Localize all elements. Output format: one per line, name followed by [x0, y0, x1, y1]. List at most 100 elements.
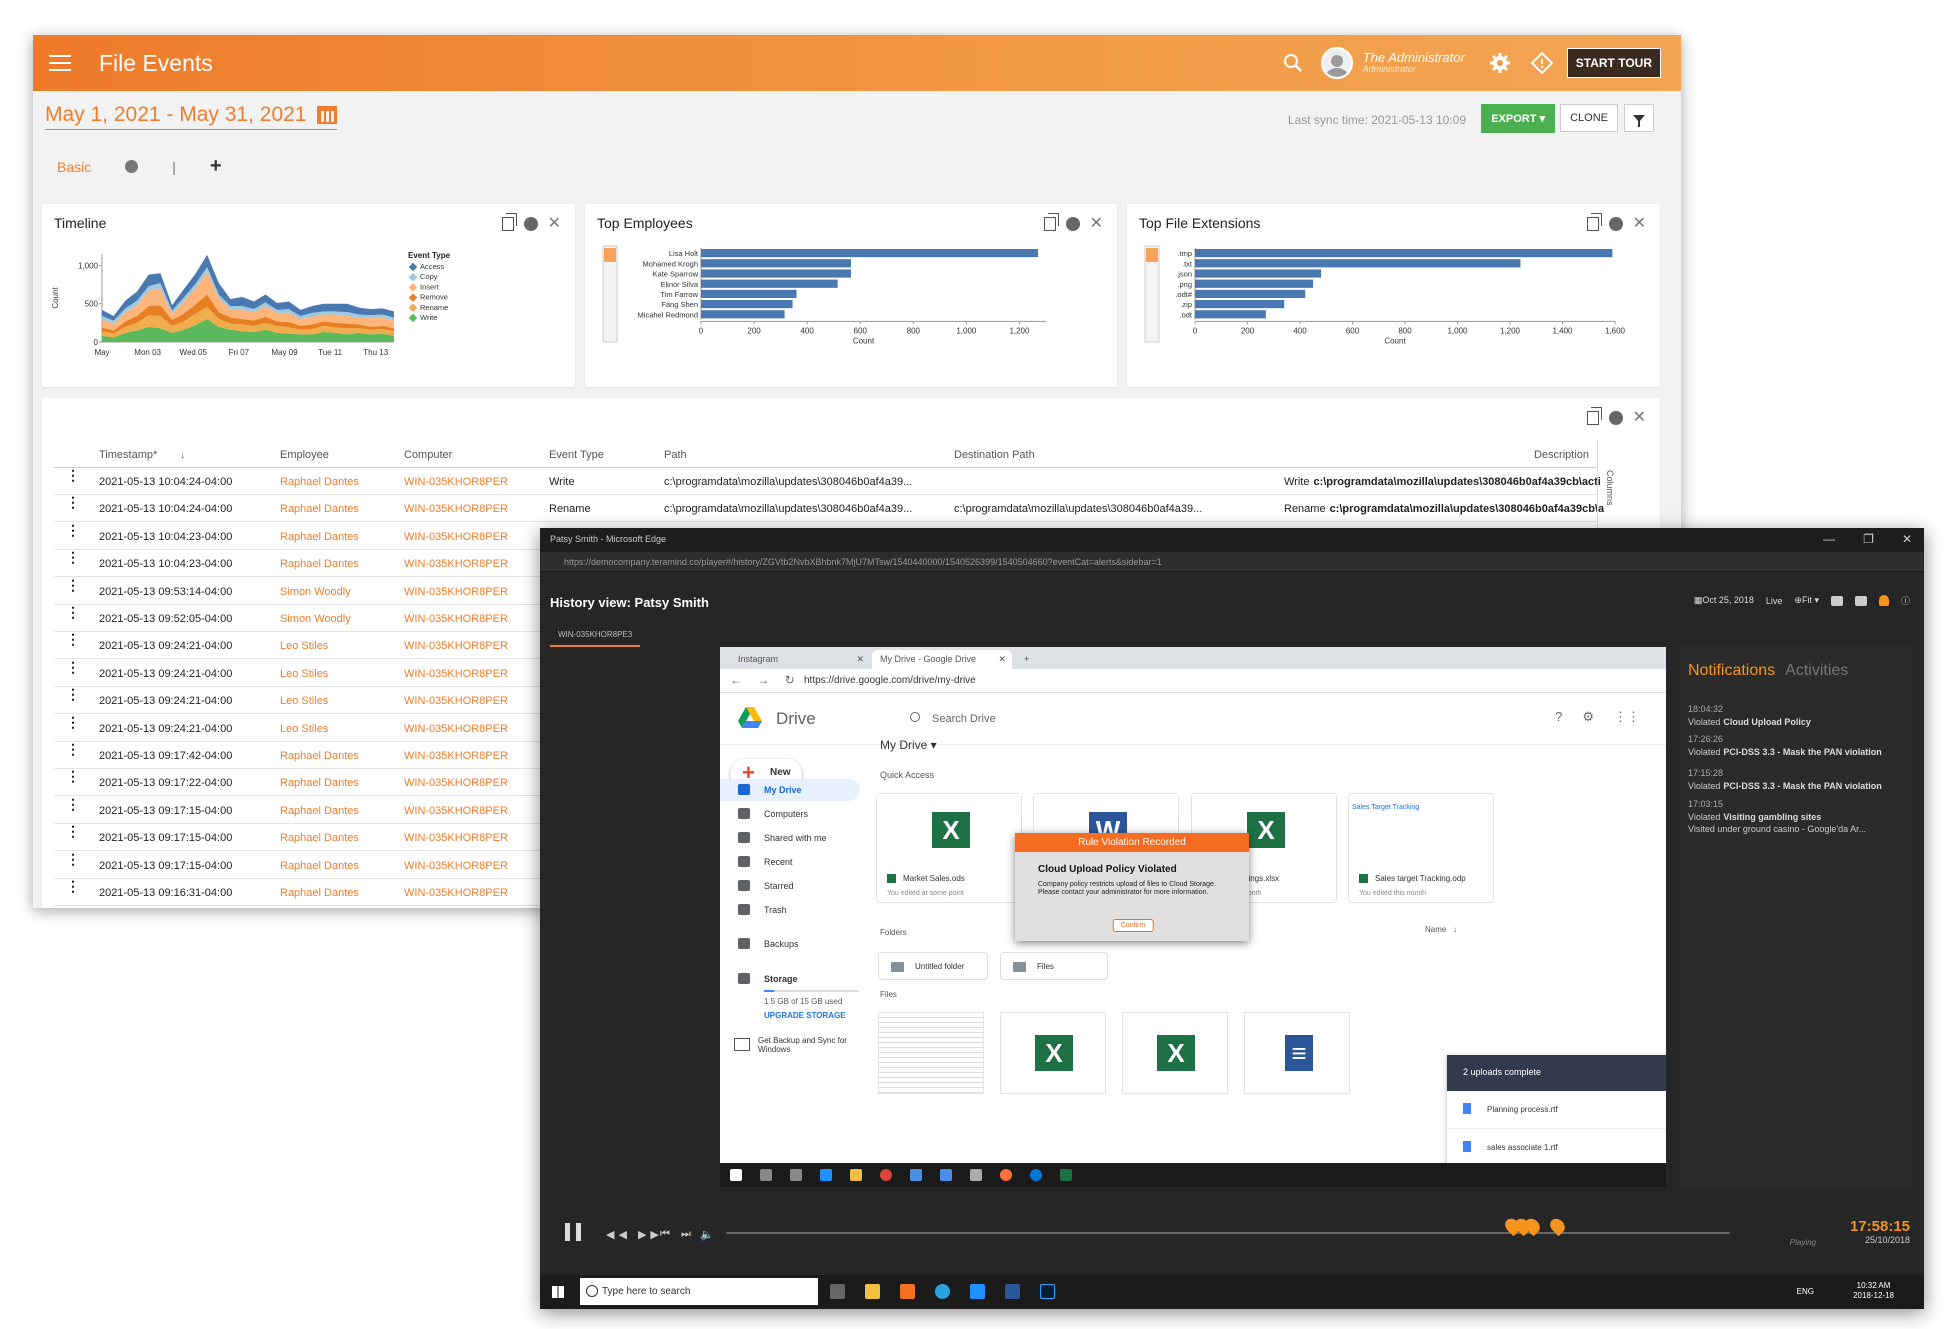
event-pin-icon[interactable]: [1547, 1215, 1568, 1237]
cell-computer[interactable]: WIN-035KHOR8PER: [404, 887, 508, 899]
telegram-icon[interactable]: [935, 1284, 950, 1299]
bell-icon[interactable]: [1878, 595, 1889, 606]
cell-computer[interactable]: WIN-035KHOR8PER: [404, 777, 508, 789]
drive-nav-trash[interactable]: Trash: [720, 899, 860, 921]
cell-employee[interactable]: Raphael Dantes: [280, 558, 359, 570]
camera-icon[interactable]: [1830, 595, 1843, 606]
upgrade-storage-link[interactable]: UPGRADE STORAGE: [764, 1011, 846, 1020]
folder-item[interactable]: Files: [1000, 952, 1108, 980]
cell-computer[interactable]: WIN-035KHOR8PER: [404, 613, 508, 625]
cell-employee[interactable]: Raphael Dantes: [280, 860, 359, 872]
col-path[interactable]: Path: [664, 449, 687, 461]
notification-item[interactable]: 17:15:28 Violated PCI-DSS 3.3 - Mask the P…: [1688, 767, 1908, 792]
cell-computer[interactable]: WIN-035KHOR8PER: [404, 805, 508, 817]
tab-settings-gear-icon[interactable]: [125, 160, 139, 173]
windows-start-icon[interactable]: [552, 1286, 564, 1298]
cell-employee[interactable]: Raphael Dantes: [280, 476, 359, 488]
cell-employee[interactable]: Raphael Dantes: [280, 832, 359, 844]
close-icon[interactable]: ✕: [856, 654, 864, 665]
cell-computer[interactable]: WIN-035KHOR8PER: [404, 668, 508, 680]
address-bar[interactable]: https://democompany.teramind.co/player#/…: [540, 552, 1924, 572]
upload-item[interactable]: sales associate 1.rtf: [1447, 1129, 1666, 1167]
search-icon[interactable]: [1283, 53, 1303, 73]
row-menu-icon[interactable]: ⋮: [66, 797, 80, 811]
drive-nav-starred[interactable]: Starred: [720, 875, 860, 897]
close-icon[interactable]: ✕: [998, 654, 1006, 665]
col-description[interactable]: Description: [1534, 449, 1589, 461]
drive-search-input[interactable]: Search Drive: [910, 712, 996, 725]
alert-diamond-icon[interactable]: [1530, 52, 1553, 74]
row-menu-icon[interactable]: ⋮: [66, 605, 80, 619]
tab-notifications[interactable]: Notifications: [1688, 662, 1775, 679]
drive-nav-computers[interactable]: Computers: [720, 803, 860, 825]
row-menu-icon[interactable]: ⋮: [66, 578, 80, 592]
close-icon[interactable]: ✕: [1633, 216, 1646, 232]
sort-by-name[interactable]: Name ↓: [1425, 925, 1457, 934]
cell-employee[interactable]: Simon Woodly: [280, 613, 351, 625]
photoshop-icon[interactable]: [1040, 1284, 1055, 1299]
drive-nav-storage[interactable]: Storage: [720, 968, 860, 990]
browser-address-bar[interactable]: ← → ↻ https://drive.google.com/drive/my-…: [720, 669, 1666, 693]
cell-employee[interactable]: Raphael Dantes: [280, 750, 359, 762]
rewind-forward-icon[interactable]: ◀◀ ▶▶: [606, 1228, 663, 1241]
col-computer[interactable]: Computer: [404, 449, 452, 461]
copy-icon[interactable]: [1586, 213, 1602, 231]
notification-item[interactable]: 17:26:26 Violated PCI-DSS 3.3 - Mask the P…: [1688, 733, 1908, 758]
file-thumb[interactable]: ≡: [1244, 1012, 1350, 1094]
sort-arrow-icon[interactable]: ↓: [180, 449, 186, 461]
apps-grid-icon[interactable]: ⋮⋮: [1614, 709, 1640, 725]
cell-employee[interactable]: Raphael Dantes: [280, 503, 359, 515]
browser-tab-drive[interactable]: My Drive - Google Drive ✕: [872, 650, 1012, 669]
pause-icon[interactable]: [565, 1223, 581, 1241]
row-menu-icon[interactable]: ⋮: [66, 550, 80, 564]
date-range-picker[interactable]: May 1, 2021 - May 31, 2021: [45, 103, 337, 130]
cell-employee[interactable]: Raphael Dantes: [280, 805, 359, 817]
cell-employee[interactable]: Raphael Dantes: [280, 531, 359, 543]
col-employee[interactable]: Employee: [280, 449, 329, 461]
language-indicator[interactable]: ENG: [1797, 1287, 1814, 1296]
backup-promo[interactable]: Get Backup and Sync for Windows: [732, 1036, 862, 1054]
windows-search-input[interactable]: Type here to search: [580, 1278, 818, 1305]
row-menu-icon[interactable]: ⋮: [66, 715, 80, 729]
edge-icon[interactable]: [970, 1284, 985, 1299]
gear-icon[interactable]: ⚙: [1582, 709, 1594, 725]
export-button[interactable]: EXPORT ▾: [1481, 104, 1555, 133]
word-icon[interactable]: [1005, 1284, 1020, 1299]
row-menu-icon[interactable]: ⋮: [66, 852, 80, 866]
close-icon[interactable]: ✕: [1902, 532, 1912, 546]
cell-computer[interactable]: WIN-035KHOR8PER: [404, 750, 508, 762]
volume-icon[interactable]: 🔈: [700, 1228, 718, 1241]
live-button[interactable]: Live: [1766, 596, 1783, 606]
quick-access-card[interactable]: X Market Sales.ods You edited at some po…: [876, 793, 1022, 903]
table-row[interactable]: ⋮ 2021-05-13 10:04:24-04:00 Raphael Dantes…: [54, 468, 1601, 495]
explorer-icon[interactable]: [865, 1284, 880, 1299]
drive-nav-backups[interactable]: Backups: [720, 933, 860, 955]
row-menu-icon[interactable]: ⋮: [66, 824, 80, 838]
my-drive-dropdown[interactable]: My Drive ▾: [880, 738, 937, 752]
cell-employee[interactable]: Simon Woodly: [280, 586, 351, 598]
row-menu-icon[interactable]: ⋮: [66, 632, 80, 646]
notification-item[interactable]: 18:04:32 Violated Cloud Upload Policy: [1688, 703, 1908, 728]
row-menu-icon[interactable]: ⋮: [66, 495, 80, 509]
cell-employee[interactable]: Leo Stiles: [280, 640, 328, 652]
col-timestamp[interactable]: Timestamp*: [99, 449, 157, 461]
gear-icon[interactable]: [523, 217, 538, 231]
confirm-button[interactable]: Confirm: [1112, 919, 1154, 932]
close-icon[interactable]: ✕: [548, 216, 561, 232]
notification-item[interactable]: 17:03:15 Violated Visiting gambling sites V…: [1688, 798, 1908, 836]
cell-computer[interactable]: WIN-035KHOR8PER: [404, 832, 508, 844]
cell-employee[interactable]: Leo Stiles: [280, 695, 328, 707]
cell-computer[interactable]: WIN-035KHOR8PER: [404, 860, 508, 872]
table-row[interactable]: ⋮ 2021-05-13 10:04:24-04:00 Raphael Dantes…: [54, 495, 1604, 523]
col-destination-path[interactable]: Destination Path: [954, 449, 1035, 461]
upload-item[interactable]: Planning process.rtf: [1447, 1091, 1666, 1129]
minimize-icon[interactable]: —: [1823, 532, 1835, 546]
help-icon[interactable]: ?: [1555, 709, 1562, 725]
row-menu-icon[interactable]: ⋮: [66, 769, 80, 783]
clone-button[interactable]: CLONE: [1560, 104, 1618, 132]
gear-icon[interactable]: [1489, 52, 1511, 74]
skip-icon[interactable]: ⏮ ⏭: [660, 1228, 695, 1241]
tab-activities[interactable]: Activities: [1785, 662, 1848, 679]
file-thumb[interactable]: X: [1000, 1012, 1106, 1094]
timeline-scrubber[interactable]: [726, 1215, 1730, 1237]
